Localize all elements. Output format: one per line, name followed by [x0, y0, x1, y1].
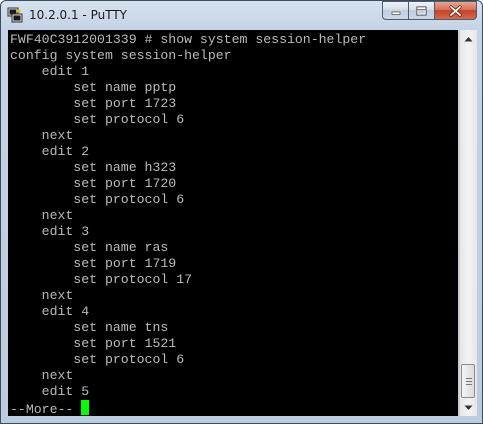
- terminal-line: next: [10, 288, 74, 303]
- terminal-line: set protocol 6: [10, 192, 185, 207]
- terminal-line: edit 5: [10, 384, 90, 399]
- putty-window: 10.2.0.1 - PuTTY FWF40C3912001339 # show…: [0, 0, 483, 424]
- thumb-grip: [466, 381, 472, 382]
- more-prompt: --More--: [10, 402, 82, 416]
- vertical-scrollbar[interactable]: [459, 30, 477, 416]
- scrollbar-thumb[interactable]: [461, 364, 475, 398]
- minimize-button[interactable]: [382, 1, 408, 20]
- terminal-cursor: [81, 400, 90, 415]
- terminal-line: set protocol 6: [10, 112, 185, 127]
- maximize-button[interactable]: [408, 1, 434, 20]
- terminal-line: next: [10, 128, 74, 143]
- thumb-grip: [466, 384, 472, 385]
- terminal-line: set protocol 6: [10, 352, 185, 367]
- minimize-icon: [391, 11, 400, 15]
- terminal-line: set protocol 17: [10, 272, 193, 287]
- scroll-down-button[interactable]: [460, 399, 477, 416]
- scroll-up-arrow-icon: [464, 36, 473, 41]
- terminal-line: set port 1723: [10, 96, 177, 111]
- terminal-line: edit 1: [10, 64, 90, 79]
- terminal-line: edit 3: [10, 224, 90, 239]
- terminal-line: edit 2: [10, 144, 90, 159]
- terminal-line: config system session-helper: [10, 48, 232, 63]
- terminal-line: edit 4: [10, 304, 90, 319]
- scroll-up-button[interactable]: [460, 30, 477, 47]
- terminal-line: set port 1719: [10, 256, 177, 271]
- putty-app-icon[interactable]: [7, 7, 23, 23]
- maximize-icon: [416, 6, 427, 15]
- scroll-down-arrow-icon: [464, 405, 473, 410]
- title-bar[interactable]: 10.2.0.1 - PuTTY: [1, 1, 482, 29]
- terminal-line: next: [10, 208, 74, 223]
- terminal-line: next: [10, 368, 74, 383]
- pager-line: --More--: [10, 400, 90, 416]
- terminal-line: set name pptp: [10, 80, 177, 95]
- terminal-screen[interactable]: FWF40C3912001339 # show system session-h…: [8, 30, 458, 416]
- caption-buttons: [382, 1, 477, 21]
- close-icon: [449, 4, 462, 17]
- terminal-line: set name tns: [10, 320, 169, 335]
- close-button[interactable]: [434, 1, 477, 20]
- terminal-line: set name h323: [10, 160, 177, 175]
- terminal-line: FWF40C3912001339 # show system session-h…: [10, 32, 367, 47]
- terminal-line: set name ras: [10, 240, 169, 255]
- thumb-grip: [466, 378, 472, 379]
- terminal-line: set port 1521: [10, 336, 177, 351]
- terminal-line: set port 1720: [10, 176, 177, 191]
- window-title: 10.2.0.1 - PuTTY: [29, 8, 127, 22]
